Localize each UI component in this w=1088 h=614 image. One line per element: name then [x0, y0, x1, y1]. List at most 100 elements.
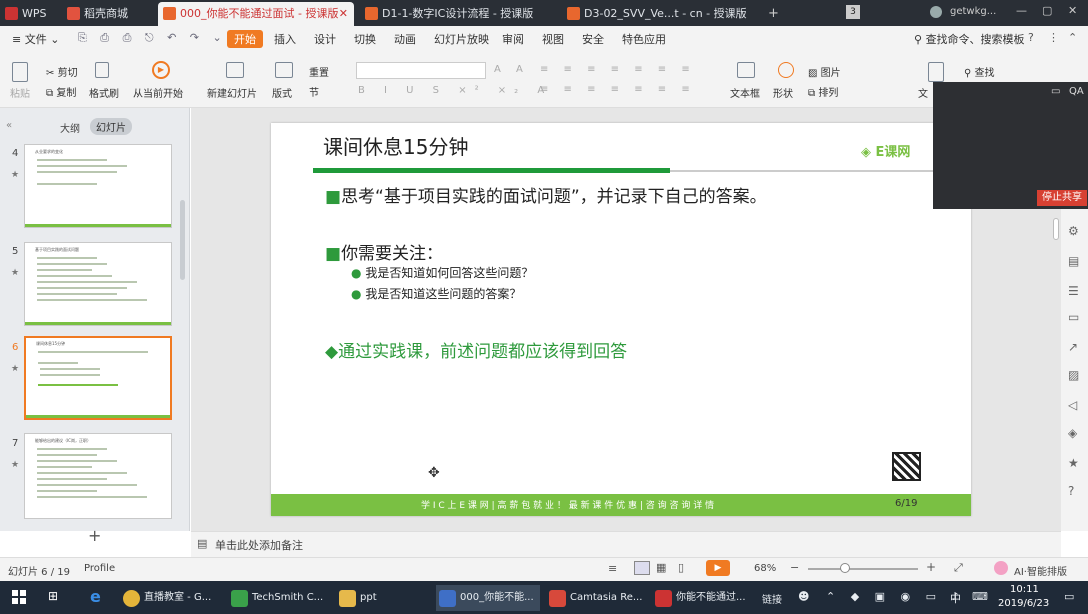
link-toolbar[interactable]: 链接: [762, 591, 782, 606]
close-window-icon[interactable]: ✕: [1068, 4, 1077, 17]
arrange-button[interactable]: ⧉ 排列: [808, 84, 838, 99]
paste-button[interactable]: 粘贴: [10, 85, 30, 100]
format-painter-icon[interactable]: [95, 62, 109, 78]
tab-document-d1[interactable]: D1-1-数字IC设计流程 - 授课版: [360, 2, 550, 26]
text-tools-icon[interactable]: [928, 62, 944, 82]
taskbar-wps[interactable]: 000_你能不能...: [436, 585, 540, 611]
tab-outline[interactable]: 大纲: [60, 120, 80, 135]
menu-special[interactable]: 特色应用: [622, 31, 666, 47]
reading-view-icon[interactable]: ▯: [678, 561, 684, 574]
from-current-button[interactable]: 从当前开始: [133, 85, 183, 100]
help-icon[interactable]: ?: [1068, 484, 1074, 498]
collapse-panel-icon[interactable]: «: [6, 120, 12, 131]
taskbar-chrome[interactable]: 直播教室 - G...: [120, 585, 220, 611]
tab-document-d3[interactable]: D3-02_SVV_Ve...t - cn - 授课版: [562, 2, 758, 26]
keyboard-icon[interactable]: ⌨: [972, 590, 988, 603]
paste-icon[interactable]: [12, 62, 28, 82]
normal-view-icon[interactable]: [634, 561, 650, 575]
menu-slideshow[interactable]: 幻灯片放映: [434, 31, 489, 47]
shape-button[interactable]: 形状: [773, 85, 793, 100]
slide-canvas[interactable]: 课间休息15分钟 ◈ E课网 ■思考“基于项目实践的面试问题”，并记录下自己的答…: [271, 123, 971, 516]
add-slide-button[interactable]: +: [88, 528, 101, 544]
zoom-level[interactable]: 68%: [754, 563, 776, 574]
tray-icons[interactable]: ⌃ ◆ ▣ ◉ ▭ ♪: [826, 590, 965, 603]
taskbar-ppt-folder[interactable]: ppt: [336, 585, 428, 611]
command-search[interactable]: ⚲ 查找命令、搜索模板: [914, 31, 1025, 47]
play-icon[interactable]: ▶: [152, 61, 170, 79]
ai-layout-button[interactable]: AI·智能排版: [1014, 563, 1067, 578]
panel-scrollbar[interactable]: [180, 200, 185, 280]
reset-button[interactable]: 重置: [309, 64, 329, 79]
notes-placeholder[interactable]: 单击此处添加备注: [215, 537, 303, 553]
layout-icon[interactable]: [275, 62, 293, 78]
zoom-slider-thumb[interactable]: [840, 563, 850, 573]
help-icon[interactable]: ?: [1028, 31, 1034, 44]
section-button[interactable]: 节: [309, 84, 319, 99]
shape-icon[interactable]: [778, 62, 794, 78]
stop-share-button[interactable]: 停止共享: [1037, 190, 1087, 206]
chat-icon[interactable]: ▭: [1051, 86, 1060, 97]
task-view-icon[interactable]: ⊞: [48, 589, 58, 603]
slide-thumbnail-7[interactable]: 能够给出的建议（IC岗，正职）: [24, 433, 172, 519]
zoom-out-icon[interactable]: −: [790, 561, 799, 574]
textbox-icon[interactable]: [737, 62, 755, 78]
tab-wps-home[interactable]: WPS: [0, 2, 60, 26]
collapse-ribbon-icon[interactable]: ⌃: [1068, 31, 1077, 44]
clock-time[interactable]: 10:11: [1010, 584, 1039, 595]
picture-panel-icon[interactable]: ▨: [1068, 368, 1079, 382]
notes-toggle-icon[interactable]: ≡: [608, 562, 617, 575]
profile-label[interactable]: Profile: [84, 563, 115, 574]
picture-button[interactable]: ▨ 图片: [808, 64, 841, 79]
new-tab-button[interactable]: +: [768, 6, 779, 21]
animation-icon[interactable]: ★: [1068, 456, 1079, 470]
find-button[interactable]: ⚲ 查找: [964, 64, 995, 79]
sorter-view-icon[interactable]: ▦: [656, 561, 666, 574]
slide-thumbnail-6[interactable]: 课间休息15分钟: [24, 336, 172, 420]
property-icon[interactable]: ⚙: [1068, 224, 1079, 238]
maximize-icon[interactable]: ▢: [1042, 4, 1052, 17]
new-slide-icon[interactable]: [226, 62, 244, 78]
menu-animations[interactable]: 动画: [394, 31, 416, 47]
shield-icon[interactable]: ◈: [1068, 426, 1077, 440]
share-icon[interactable]: ↗: [1068, 340, 1078, 354]
layout-button[interactable]: 版式: [272, 85, 292, 100]
menu-transitions[interactable]: 切换: [354, 31, 376, 47]
user-name[interactable]: getwkg...: [950, 6, 996, 17]
alignment-buttons[interactable]: ≡ ≡ ≡ ≡ ≡ ≡ ≡: [540, 84, 696, 95]
avatar[interactable]: [930, 6, 942, 18]
slide-thumbnail-5[interactable]: 基于项目实践的面试问题: [24, 242, 172, 326]
notes-bar[interactable]: ▤ 单击此处添加备注: [191, 531, 1061, 557]
textbox-button[interactable]: 文本框: [730, 85, 760, 100]
start-icon[interactable]: [12, 590, 26, 604]
minimize-icon[interactable]: —: [1016, 4, 1027, 17]
menu-design[interactable]: 设计: [314, 31, 336, 47]
menu-home[interactable]: 开始: [227, 30, 263, 48]
font-size-buttons[interactable]: A A: [494, 64, 529, 75]
file-menu[interactable]: ≡ 文件 ⌄: [12, 31, 59, 47]
cut-button[interactable]: ✂ 剪切: [46, 64, 78, 79]
clock-date[interactable]: 2019/6/23: [998, 598, 1049, 609]
taskbar-techsmith[interactable]: TechSmith C...: [228, 585, 328, 611]
shape-panel-icon[interactable]: ▭: [1068, 310, 1079, 324]
menu-security[interactable]: 安全: [582, 31, 604, 47]
taskbar-camtasia[interactable]: Camtasia Re...: [546, 585, 646, 611]
slide-thumbnail-4[interactable]: 从业要求的变化: [24, 144, 172, 228]
menu-review[interactable]: 审阅: [502, 31, 524, 47]
more-icon[interactable]: ⋮: [1048, 31, 1059, 44]
notifications-icon[interactable]: ▭: [1064, 590, 1074, 603]
menu-view[interactable]: 视图: [542, 31, 564, 47]
quick-access-toolbar[interactable]: ⎘ ⎙ ⎙ ⎋ ↶ ↷ ⌄: [78, 31, 227, 45]
new-slide-button[interactable]: 新建幻灯片: [207, 85, 257, 100]
settings-icon[interactable]: ☰: [1068, 284, 1079, 298]
template-icon[interactable]: ▤: [1068, 254, 1079, 268]
text-tools-button[interactable]: 文: [918, 85, 928, 100]
qa-icon[interactable]: QA: [1069, 86, 1084, 97]
zoom-slider[interactable]: [808, 568, 918, 570]
people-icon[interactable]: ☻: [798, 590, 809, 603]
tab-document-current[interactable]: 000_你能不能通过面试 - 授课版 ✕: [158, 2, 354, 26]
tab-docer-store[interactable]: 稻壳商城: [62, 2, 154, 26]
vertical-scrollbar[interactable]: [1053, 218, 1059, 240]
taskbar-live[interactable]: 你能不能通过...: [652, 585, 752, 611]
font-style-buttons[interactable]: B I U S ×² ×₂ A: [358, 85, 552, 96]
audio-icon[interactable]: ◁: [1068, 398, 1077, 412]
